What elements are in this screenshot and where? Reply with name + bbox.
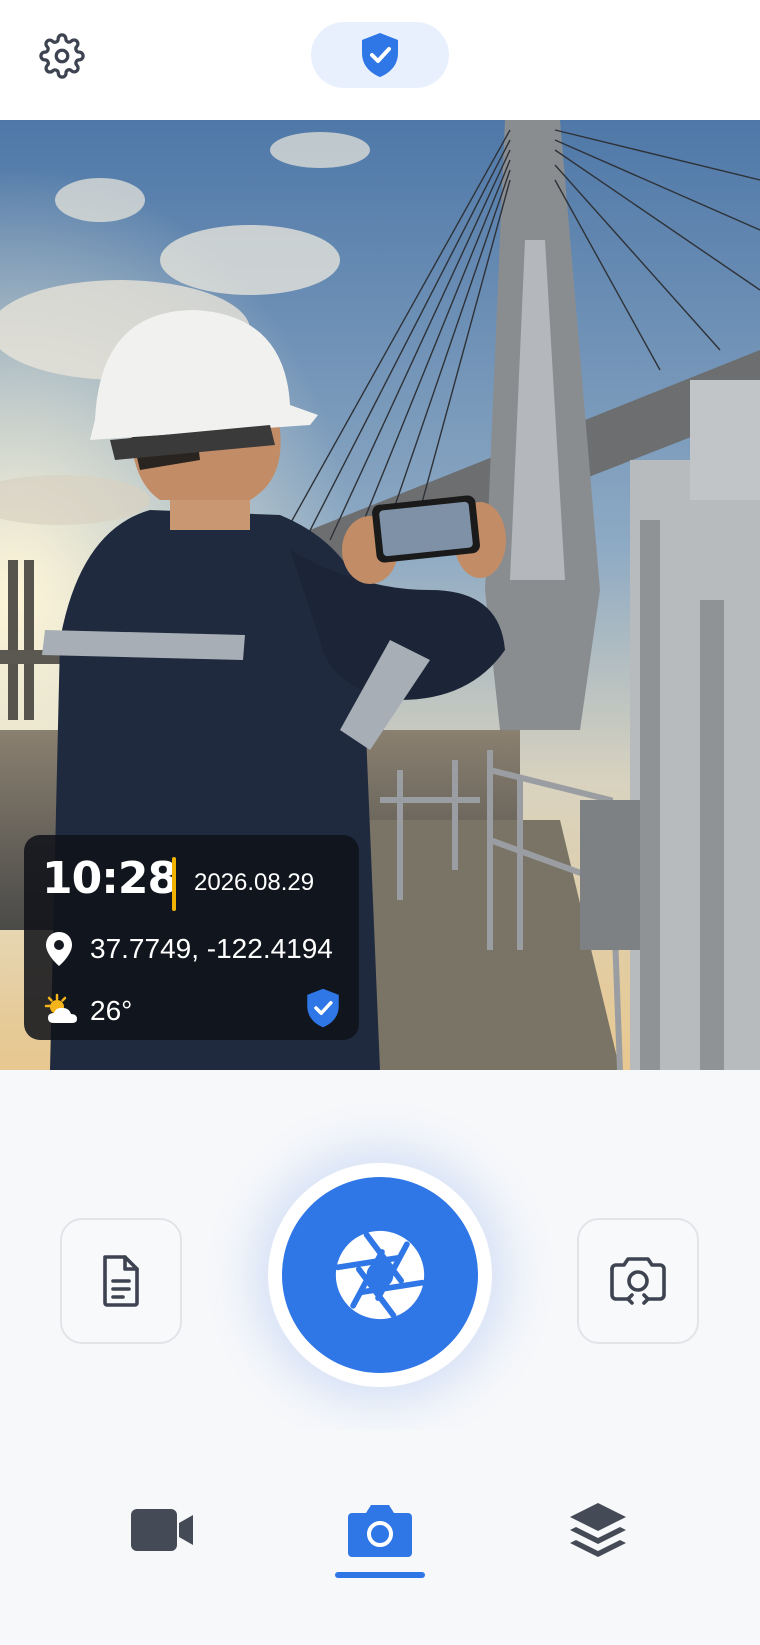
- camera-switch-icon: [610, 1257, 666, 1305]
- nav-video[interactable]: [112, 1485, 212, 1575]
- map-pin-icon: [46, 932, 72, 966]
- partly-sunny-icon: [44, 993, 77, 1023]
- stamp-divider: [172, 857, 176, 911]
- switch-camera-button[interactable]: [577, 1218, 699, 1344]
- bottom-navigation: [0, 1430, 760, 1645]
- stamp-date: 2026.08.29: [194, 869, 315, 896]
- video-camera-icon: [131, 1509, 193, 1551]
- camera-app: 10:28 2026.08.29 37.7749, -122.4194 26°: [0, 0, 760, 1645]
- stamp-time: 10:28: [42, 853, 178, 904]
- stamp-coordinates: 37.7749, -122.4194: [90, 933, 333, 964]
- photo-data-stamp: 10:28 2026.08.29 37.7749, -122.4194 26°: [24, 835, 359, 1040]
- top-bar: [0, 0, 760, 120]
- shutter-ring: [268, 1163, 492, 1387]
- security-status-button[interactable]: [311, 22, 449, 88]
- layers-icon: [570, 1503, 626, 1557]
- shutter-button[interactable]: [282, 1177, 478, 1373]
- documents-button[interactable]: [60, 1218, 182, 1344]
- settings-button[interactable]: [36, 30, 88, 82]
- nav-active-indicator: [335, 1572, 425, 1578]
- nav-photo[interactable]: [330, 1485, 430, 1575]
- shield-check-icon: [307, 988, 339, 1028]
- nav-layers[interactable]: [548, 1485, 648, 1575]
- camera-viewfinder[interactable]: 10:28 2026.08.29 37.7749, -122.4194 26°: [0, 120, 760, 1070]
- stamp-temperature: 26°: [90, 995, 133, 1026]
- capture-controls: [0, 1070, 760, 1430]
- aperture-icon: [334, 1230, 426, 1320]
- shield-check-icon: [362, 33, 398, 77]
- camera-icon: [348, 1505, 412, 1557]
- document-icon: [103, 1255, 139, 1307]
- gear-icon: [39, 33, 85, 79]
